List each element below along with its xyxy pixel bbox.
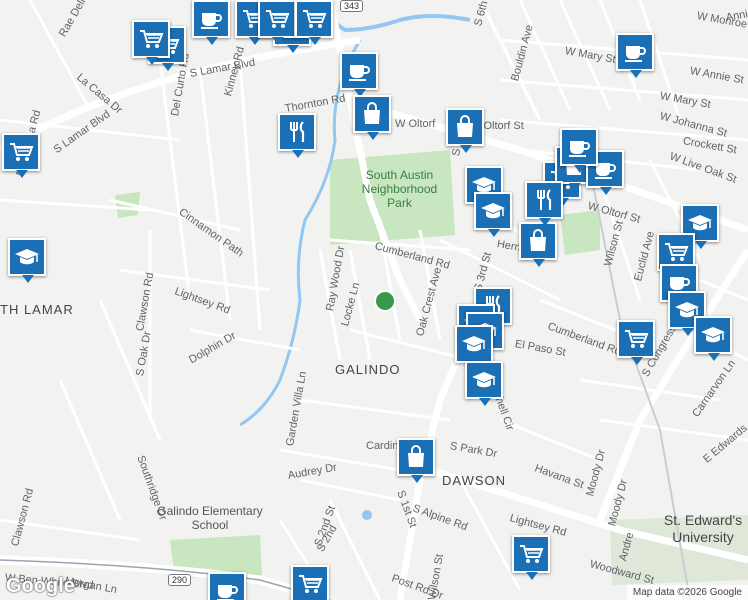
park-label[interactable]: South Austin Neighborhood Park [352, 168, 447, 210]
map-pin-school[interactable] [474, 192, 512, 237]
map-pin-grocery[interactable] [512, 535, 550, 580]
google-logo: Google [6, 575, 75, 597]
highway-shield: 290 [168, 574, 192, 586]
pond [362, 510, 372, 520]
highway-shield: 343 [340, 0, 364, 12]
school-label[interactable]: Galindo Elementary School [150, 504, 270, 532]
map-pin-grocery[interactable] [258, 0, 296, 45]
map-pin-restaurant[interactable] [525, 181, 563, 226]
map-pin-grocery[interactable] [132, 20, 170, 65]
map-pin-school[interactable] [8, 238, 46, 283]
map-pin-coffee[interactable] [192, 0, 230, 45]
park-icon[interactable] [374, 290, 396, 312]
map-pin-grocery[interactable] [617, 320, 655, 365]
neighborhood-label: TH LAMAR [0, 302, 74, 317]
map-pin-restaurant[interactable] [278, 113, 316, 158]
neighborhood-label: DAWSON [442, 473, 507, 488]
map-pin-coffee[interactable] [340, 52, 378, 97]
neighborhood-label: GALINDO [335, 362, 401, 377]
map-pin-shopping-bag[interactable] [353, 95, 391, 140]
map-attribution[interactable]: Map data ©2026 Google [626, 585, 748, 600]
map-pin-school[interactable] [694, 316, 732, 361]
map-pin-grocery[interactable] [295, 0, 333, 45]
map-pin-shopping-bag[interactable] [519, 222, 557, 267]
map-pin-grocery[interactable] [2, 133, 40, 178]
university-label[interactable]: St. Edward's University [658, 512, 748, 546]
map-pin-school[interactable] [455, 325, 493, 370]
park-area [560, 210, 600, 255]
map-pin-grocery[interactable] [291, 565, 329, 600]
map-pin-school[interactable] [465, 361, 503, 406]
map-pin-coffee[interactable] [560, 128, 598, 173]
map-pin-shopping-bag[interactable] [397, 438, 435, 483]
map-pin-shopping-bag[interactable] [446, 108, 484, 153]
map-pin-coffee[interactable] [208, 572, 246, 600]
street-label: W Oltorf [395, 118, 436, 130]
map-pin-coffee[interactable] [616, 33, 654, 78]
map-canvas[interactable]: Rae Dell La Casa Dr S Lamar Blvd S Lamar Bl… [0, 0, 748, 600]
